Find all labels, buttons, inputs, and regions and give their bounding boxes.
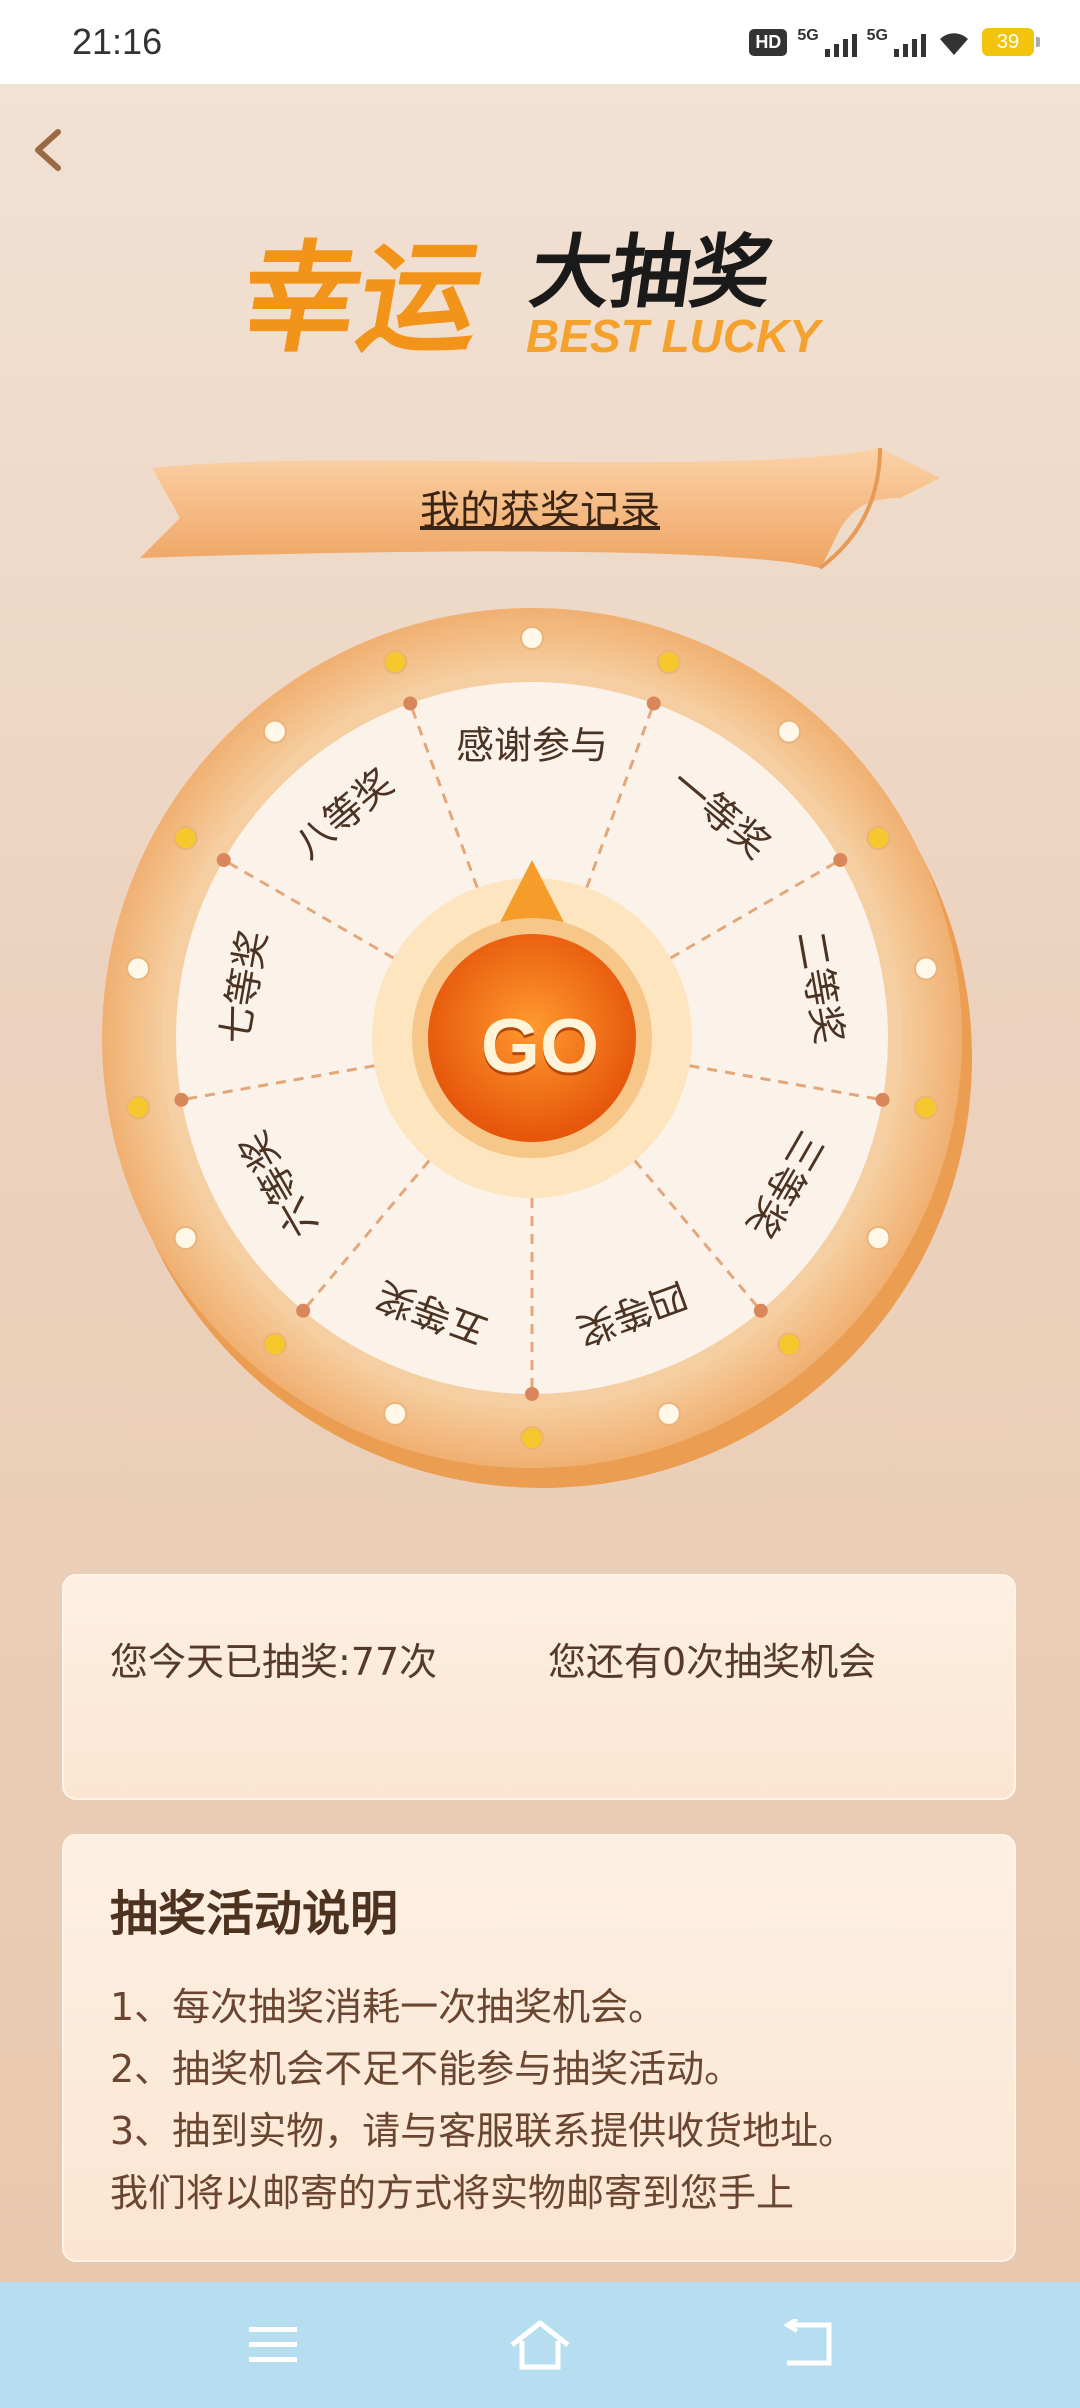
rim-bulb bbox=[866, 1226, 891, 1250]
rule-item: 2、抽奖机会不足不能参与抽奖活动。 bbox=[110, 2047, 743, 2091]
today-draw-count: 您今天已抽奖:77次 bbox=[110, 1640, 438, 1684]
rules-title: 抽奖活动说明 bbox=[110, 1886, 399, 1942]
rim-bulb bbox=[520, 626, 544, 650]
rim-bulb bbox=[262, 1332, 287, 1357]
wheel-prize-label: 感谢参与 bbox=[456, 724, 608, 768]
rules-list: 1、每次抽奖消耗一次抽奖机会。 2、抽奖机会不足不能参与抽奖活动。 3、抽到实物… bbox=[110, 1976, 990, 2224]
rim-bulb bbox=[126, 1095, 151, 1120]
rule-item: 1、每次抽奖消耗一次抽奖机会。 bbox=[110, 1985, 667, 2029]
wheel-divider-dot bbox=[525, 1387, 539, 1401]
go-label: GO bbox=[480, 1003, 600, 1089]
rim-bulb bbox=[656, 1401, 681, 1426]
wheel-divider-dot bbox=[753, 1303, 768, 1318]
status-icons: HD 5G 5G 39 bbox=[749, 27, 1040, 57]
my-prize-records-link[interactable]: 我的获奖记录 bbox=[300, 478, 780, 536]
home-icon bbox=[510, 2320, 570, 2370]
rim-bulb bbox=[866, 826, 891, 850]
remaining-draws: 您还有0次抽奖机会 bbox=[548, 1640, 877, 1684]
signal-icon-1: 5G bbox=[797, 27, 857, 57]
rim-bulb bbox=[913, 1095, 938, 1120]
rim-bulb bbox=[262, 719, 287, 744]
go-button[interactable]: GO bbox=[428, 934, 652, 1158]
rim-bulb bbox=[383, 650, 408, 675]
battery-icon: 39 bbox=[982, 28, 1040, 56]
lucky-draw-logo: 幸运 大抽奖 BEST LUCKY bbox=[228, 210, 830, 410]
draw-count-card: 您今天已抽奖:77次 您还有0次抽奖机会 bbox=[62, 1574, 1016, 1800]
rim-bulb bbox=[777, 719, 802, 744]
wheel-divider-dot bbox=[875, 1092, 890, 1107]
back-icon bbox=[782, 2319, 832, 2366]
rim-bulb bbox=[656, 650, 681, 675]
rule-item: 3、抽到实物，请与客服联系提供收货地址。 bbox=[110, 2109, 857, 2153]
rim-bulb bbox=[913, 956, 938, 981]
rim-bulb bbox=[173, 1226, 198, 1250]
rim-bulb bbox=[777, 1332, 802, 1357]
menu-button[interactable] bbox=[228, 2300, 318, 2390]
rules-card: 抽奖活动说明 1、每次抽奖消耗一次抽奖机会。 2、抽奖机会不足不能参与抽奖活动。… bbox=[62, 1834, 1016, 2262]
wheel-divider-dot bbox=[174, 1092, 189, 1107]
hd-icon: HD bbox=[749, 28, 788, 56]
svg-text:大抽奖: 大抽奖 bbox=[525, 225, 778, 319]
rim-bulb bbox=[126, 956, 151, 981]
status-bar: 21:16 HD 5G 5G 39 bbox=[0, 0, 1080, 84]
wifi-icon bbox=[940, 33, 968, 55]
svg-text:BEST LUCKY: BEST LUCKY bbox=[526, 310, 824, 362]
nav-back-button[interactable] bbox=[762, 2300, 852, 2390]
back-button[interactable] bbox=[18, 118, 82, 182]
wheel-divider-dot bbox=[646, 696, 661, 711]
wheel-divider-dot bbox=[216, 853, 231, 867]
rim-bulb bbox=[173, 826, 198, 850]
wheel-divider-dot bbox=[403, 696, 418, 711]
wheel-divider-dot bbox=[296, 1303, 311, 1318]
status-time: 21:16 bbox=[72, 21, 163, 62]
chevron-left-icon bbox=[35, 129, 61, 171]
home-button[interactable] bbox=[495, 2300, 585, 2390]
rim-bulb bbox=[383, 1401, 408, 1426]
svg-text:幸运: 幸运 bbox=[250, 229, 493, 369]
menu-icon bbox=[249, 2327, 298, 2362]
rule-item: 我们将以邮寄的方式将实物邮寄到您手上 bbox=[110, 2171, 795, 2215]
wheel-divider-dot bbox=[833, 853, 848, 867]
rim-bulb bbox=[520, 1426, 544, 1450]
system-nav-bar bbox=[0, 2282, 1080, 2408]
signal-icon-2: 5G bbox=[867, 27, 926, 57]
